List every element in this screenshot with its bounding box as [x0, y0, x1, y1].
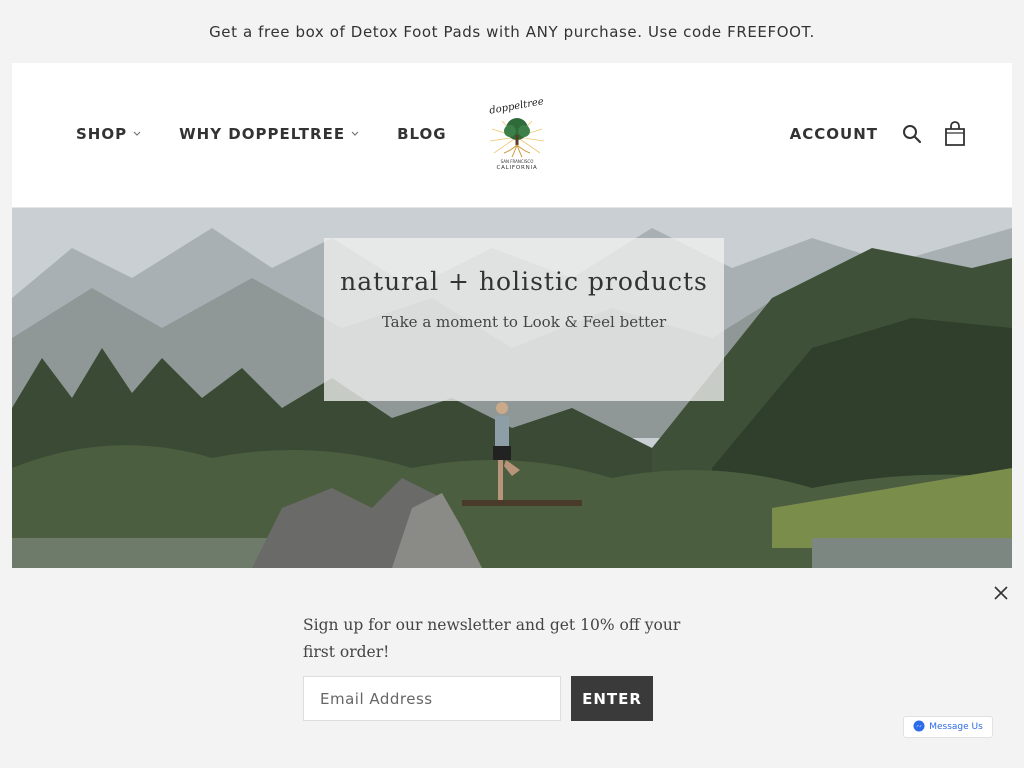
hero-title: natural + holistic products	[340, 267, 708, 296]
svg-text:SAN FRANCISCO: SAN FRANCISCO	[501, 159, 534, 164]
svg-text:doppeltree: doppeltree	[489, 97, 545, 117]
search-icon[interactable]	[902, 124, 922, 144]
messenger-button[interactable]: Message Us	[903, 716, 993, 738]
chevron-down-icon	[133, 130, 141, 140]
brand-logo[interactable]: doppeltree SAN FRANCISCO CALIFORNIA	[484, 96, 550, 173]
chevron-down-icon	[351, 130, 359, 140]
close-icon[interactable]	[992, 584, 1010, 602]
announcement-text: Get a free box of Detox Foot Pads with A…	[209, 22, 815, 41]
svg-text:CALIFORNIA: CALIFORNIA	[496, 165, 537, 171]
newsletter-text: Sign up for our newsletter and get 10% o…	[303, 616, 681, 661]
hero-banner: natural + holistic products Take a momen…	[12, 208, 1012, 568]
header-actions: ACCOUNT	[790, 121, 966, 147]
main-nav: SHOP WHY DOPPELTREE BLOG	[76, 125, 485, 143]
messenger-icon	[913, 720, 925, 735]
hero-text-box: natural + holistic products Take a momen…	[324, 238, 724, 401]
account-link[interactable]: ACCOUNT	[790, 125, 878, 143]
announcement-bar: Get a free box of Detox Foot Pads with A…	[0, 0, 1024, 63]
messenger-label: Message Us	[929, 722, 983, 732]
newsletter-bar: Sign up for our newsletter and get 10% o…	[0, 568, 1024, 768]
nav-shop-label: SHOP	[76, 125, 128, 143]
email-field[interactable]	[303, 676, 561, 721]
enter-button[interactable]: ENTER	[571, 676, 653, 721]
hero-subtitle: Take a moment to Look & Feel better	[381, 313, 667, 331]
cart-icon[interactable]	[944, 121, 966, 147]
nav-blog-label: BLOG	[397, 125, 447, 143]
nav-blog[interactable]: BLOG	[397, 125, 447, 143]
nav-why-label: WHY DOPPELTREE	[179, 125, 346, 143]
nav-shop[interactable]: SHOP	[76, 125, 141, 143]
nav-why-doppeltree[interactable]: WHY DOPPELTREE	[179, 125, 359, 143]
site-header: SHOP WHY DOPPELTREE BLOG doppeltree SAN …	[12, 63, 1012, 208]
